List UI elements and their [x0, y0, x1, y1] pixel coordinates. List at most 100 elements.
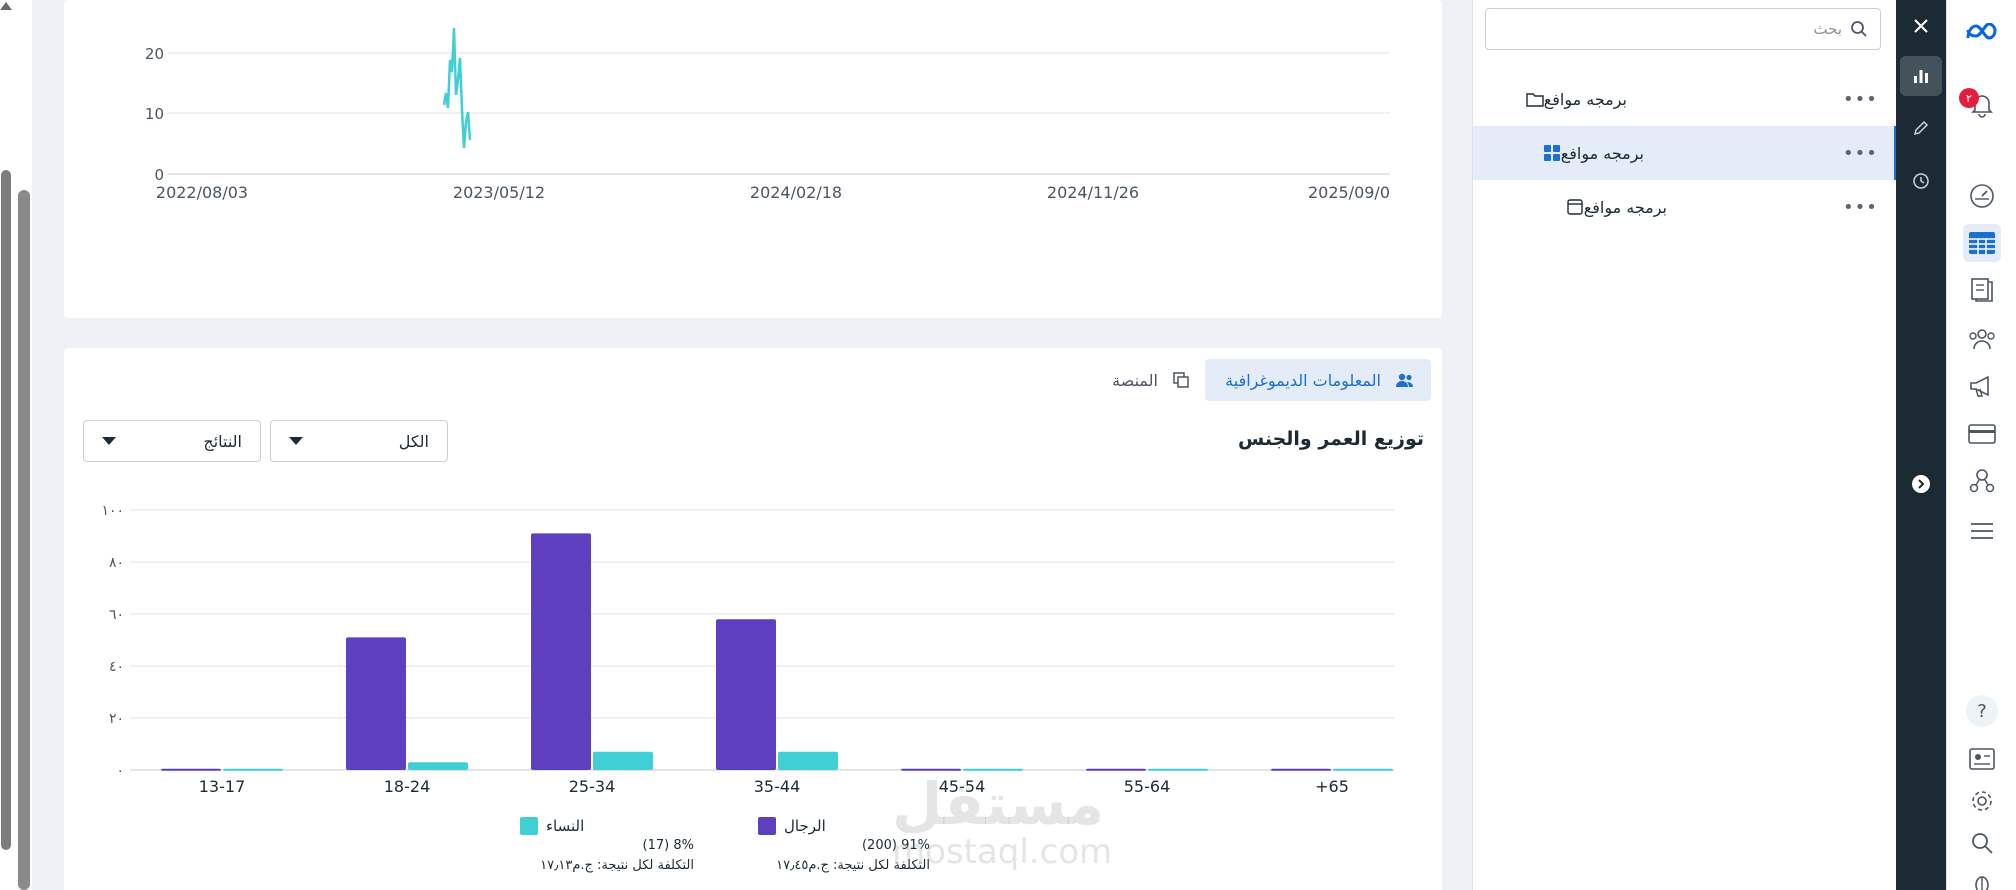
- bar-women[interactable]: [1148, 768, 1208, 771]
- help-button[interactable]: ?: [1963, 692, 2001, 730]
- credit-card-icon: [1968, 424, 1996, 444]
- tab-demographics-label: المعلومات الديموغرافية: [1225, 370, 1381, 390]
- legend-women-swatch: [520, 817, 538, 835]
- y-tick-label: ٢٠: [109, 711, 124, 727]
- charts-button[interactable]: [1900, 56, 1942, 96]
- nav-pages[interactable]: [1963, 271, 2001, 309]
- nav-ads-manager[interactable]: [1963, 224, 2001, 262]
- nav-billing[interactable]: [1963, 415, 2001, 453]
- svg-text:?: ?: [1977, 701, 1987, 722]
- line-chart: 0 10 20 2022/08/03 2023/05/12 2024/02/18 2024/…: [145, 27, 1390, 202]
- page-scrollbar[interactable]: [0, 0, 32, 890]
- bar-women[interactable]: [778, 751, 838, 770]
- bar-men[interactable]: [161, 768, 221, 771]
- tab-platform-label: المنصة: [1112, 370, 1158, 390]
- y-tick-label: ٤٠: [109, 659, 124, 675]
- x-tick-label: 18-24: [384, 777, 431, 796]
- tree-item-campaign[interactable]: ••• برمجه موافع: [1473, 72, 1897, 126]
- legend-men-swatch: [758, 817, 776, 835]
- x-tick-label: 2023/05/12: [453, 183, 545, 202]
- notification-badge: ٢: [1959, 88, 1979, 108]
- bar-women[interactable]: [408, 762, 468, 770]
- tab-platform[interactable]: المنصة: [1080, 359, 1190, 401]
- search-icon: [1972, 833, 1993, 854]
- y-tick-label: 0: [154, 166, 164, 184]
- bar-men[interactable]: [716, 619, 776, 770]
- results-over-time-card: 0 10 20 2022/08/03 2023/05/12 2024/02/18 2024/…: [64, 0, 1442, 318]
- people-icon: [1396, 373, 1413, 387]
- bar-women[interactable]: [593, 751, 653, 770]
- clock-icon: [1913, 173, 1929, 189]
- search-placeholder: بحث: [1813, 20, 1842, 38]
- bar-chart-icon: [1914, 70, 1928, 83]
- watermark-logo: مستقل: [892, 770, 1105, 838]
- filter-all-dropdown[interactable]: الكل: [270, 420, 448, 462]
- bar-women[interactable]: [1333, 768, 1393, 771]
- report-bug-button[interactable]: [1963, 864, 2001, 890]
- more-options-icon[interactable]: •••: [1843, 197, 1878, 218]
- tree-item-label: برمجه موافع: [1543, 89, 1627, 109]
- network-icon: [1969, 469, 1995, 493]
- all-tools-button[interactable]: [1963, 512, 2001, 550]
- main-nav-rail: ٢ ?: [1946, 0, 2016, 890]
- tree-item-ad[interactable]: ••• برمجه موافع: [1473, 180, 1897, 234]
- x-tick-label: 13-17: [199, 777, 246, 796]
- bar-men[interactable]: [346, 637, 406, 770]
- x-tick-label: 2024/11/26: [1047, 183, 1139, 202]
- nav-dashboard[interactable]: [1963, 177, 2001, 215]
- x-tick-label: 35-44: [754, 777, 801, 796]
- tab-demographics[interactable]: المعلومات الديموغرافية: [1205, 359, 1431, 401]
- bar-men[interactable]: [531, 533, 591, 770]
- meta-logo[interactable]: [1963, 14, 2001, 52]
- x-tick-label: 55-64: [1124, 777, 1171, 796]
- legend-women-cost: التكلفة لكل نتيجة: ج.م١٧٫١٣: [540, 858, 694, 873]
- expand-button[interactable]: [1900, 464, 1942, 504]
- scrollbar-thumb-secondary[interactable]: [18, 190, 30, 890]
- close-button[interactable]: [1900, 6, 1942, 46]
- close-icon: [1914, 19, 1928, 33]
- edit-button[interactable]: [1900, 108, 1942, 148]
- nav-audiences[interactable]: [1963, 320, 2001, 358]
- account-button[interactable]: [1963, 740, 2001, 778]
- x-tick-label: 2025/09/0: [1308, 183, 1390, 202]
- x-tick-label: +65: [1315, 777, 1349, 796]
- metric-results-dropdown[interactable]: النتائج: [83, 420, 261, 462]
- tree-item-label: برمجه موافع: [1583, 197, 1667, 217]
- bar-men[interactable]: [1271, 768, 1331, 771]
- menu-icon: [1971, 523, 1993, 539]
- campaign-tree-panel: بحث ••• برمجه موافع ••• برمجه موافع ••• …: [1472, 0, 1897, 890]
- more-options-icon[interactable]: •••: [1843, 89, 1878, 110]
- gear-icon: [1972, 791, 1992, 811]
- more-options-icon[interactable]: •••: [1843, 143, 1878, 164]
- table-icon: [1969, 232, 1995, 254]
- megaphone-icon: [1970, 375, 1989, 397]
- y-tick-label: ٠: [116, 763, 124, 779]
- search-input[interactable]: بحث: [1485, 8, 1881, 50]
- chevron-right-icon: [1912, 475, 1930, 493]
- meta-logo-icon: [1966, 23, 1997, 40]
- id-card-icon: [1969, 748, 1995, 770]
- x-tick-label: 2022/08/03: [156, 183, 248, 202]
- y-tick-label: ٨٠: [109, 555, 124, 571]
- legend-women-pct: 8% (17): [642, 838, 694, 853]
- settings-button[interactable]: [1963, 782, 2001, 820]
- scrollbar-thumb[interactable]: [1, 170, 11, 850]
- chevron-down-icon: [102, 437, 116, 445]
- pages-icon: [1971, 278, 1993, 302]
- search-button[interactable]: [1963, 824, 2001, 862]
- legend-women-label: النساء: [546, 817, 585, 835]
- nav-business[interactable]: [1963, 462, 2001, 500]
- y-tick-label: 10: [145, 105, 164, 123]
- scroll-up-icon[interactable]: [0, 2, 12, 10]
- tree-item-adset[interactable]: ••• برمجه موافع: [1473, 126, 1897, 180]
- pencil-icon: [1913, 120, 1929, 136]
- help-icon: ?: [1966, 695, 1998, 727]
- history-button[interactable]: [1900, 161, 1942, 201]
- x-tick-label: 25-34: [569, 777, 616, 796]
- bar-women[interactable]: [223, 768, 283, 771]
- age-gender-bar-chart: ٠٢٠٤٠٦٠٨٠١٠٠13-17 18-24 25-34 35-44 45-54 55-…: [101, 503, 1394, 796]
- x-tick-label: 2024/02/18: [750, 183, 842, 202]
- series-line: [442, 27, 472, 149]
- section-title: توزيع العمر والجنس: [1237, 428, 1424, 450]
- nav-campaigns[interactable]: [1963, 367, 2001, 405]
